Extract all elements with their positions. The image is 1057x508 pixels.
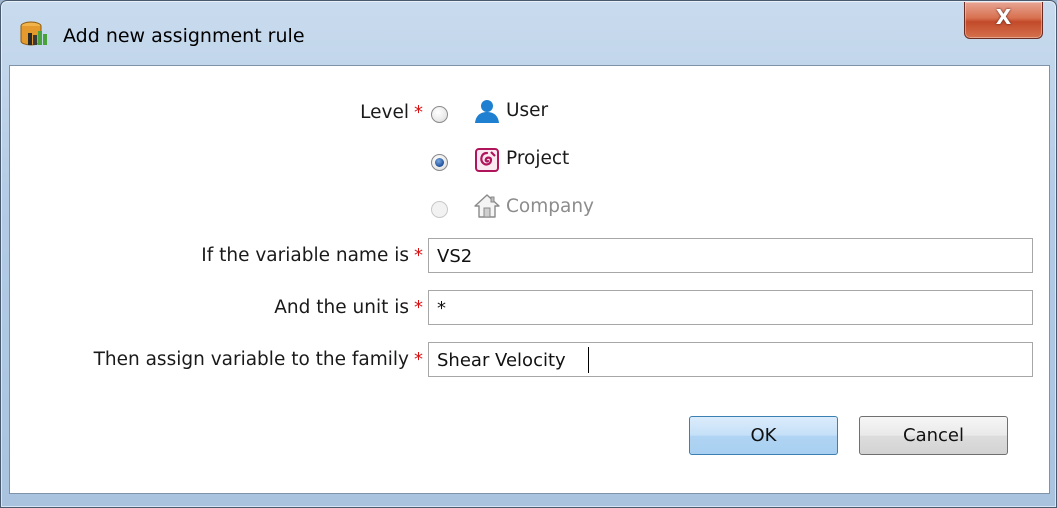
option-label-company: Company [506,196,595,217]
radio-company[interactable] [431,201,448,218]
required-marker: * [414,102,423,123]
title-bar[interactable]: Add new assignment rule X [1,1,1056,61]
unit-label: And the unit is * [274,297,423,318]
variable-name-label-text: If the variable name is [201,245,409,266]
company-house-icon [474,194,500,218]
radio-project[interactable] [431,154,448,171]
variable-name-input[interactable] [428,238,1033,273]
required-marker: * [414,349,423,370]
unit-input[interactable] [428,290,1033,325]
close-icon: X [995,5,1012,29]
required-marker: * [414,245,423,266]
text-caret [588,347,589,373]
radio-user[interactable] [431,106,448,123]
unit-label-text: And the unit is [274,297,409,318]
app-database-icon [20,21,47,46]
user-icon [475,100,499,123]
dialog-content: Level * User Project Company If the varia… [9,65,1050,494]
ok-button[interactable]: OK [689,416,838,455]
level-label-text: Level [360,102,409,123]
dialog-window: Add new assignment rule X Level * User Pr… [0,0,1057,508]
family-label: Then assign variable to the family * [94,349,423,370]
cancel-button[interactable]: Cancel [859,416,1008,455]
project-icon [475,148,499,172]
required-marker: * [414,297,423,318]
variable-name-label: If the variable name is * [201,245,423,266]
close-button[interactable]: X [964,2,1043,39]
option-label-user: User [506,100,549,121]
option-label-project: Project [506,148,570,169]
family-input[interactable] [428,342,1033,377]
level-label: Level * [360,102,423,123]
family-label-text: Then assign variable to the family [93,349,409,370]
window-title: Add new assignment rule [63,25,305,47]
